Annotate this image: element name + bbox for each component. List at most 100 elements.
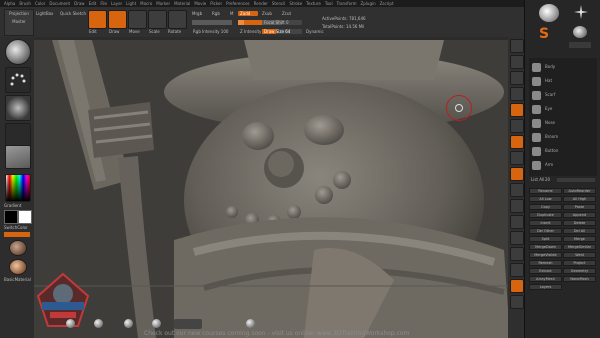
move-button[interactable] — [128, 10, 147, 29]
brush-slot[interactable] — [174, 319, 202, 329]
rgb-intensity-slider[interactable] — [192, 20, 232, 25]
menu-item-macro[interactable]: Macro — [140, 1, 152, 6]
stroke-dots-icon[interactable] — [5, 67, 31, 93]
rotate-button[interactable] — [168, 10, 187, 29]
subtool-action-mergesimilar[interactable]: MergeSimilar — [563, 244, 596, 250]
aahalf-button[interactable] — [510, 119, 524, 133]
subtool-action-rename[interactable]: Rename — [529, 188, 562, 194]
subtool-action-mergedown[interactable]: MergeDown — [529, 244, 562, 250]
local-button[interactable] — [510, 167, 524, 181]
menu-item-document[interactable]: Document — [49, 1, 70, 6]
menu-item-zscript[interactable]: Zscript — [380, 1, 394, 6]
zoom-button[interactable] — [510, 87, 524, 101]
menu-item-layer[interactable]: Layer — [111, 1, 122, 6]
persp-button[interactable] — [510, 135, 524, 149]
move-view-button[interactable] — [510, 199, 524, 213]
transp-button[interactable] — [510, 263, 524, 277]
subtool-action-project[interactable]: Project — [563, 260, 596, 266]
zcut-button[interactable]: Zcut — [282, 11, 291, 16]
menu-item-picker[interactable]: Picker — [210, 1, 222, 6]
subtool-item[interactable]: Body — [531, 62, 595, 73]
subtool-item[interactable]: Nose — [531, 118, 595, 129]
menu-item-preferences[interactable]: Preferences — [226, 1, 250, 6]
subtool-action-split[interactable]: Split — [529, 236, 562, 242]
brush-ball-4-icon[interactable] — [152, 319, 161, 328]
menu-item-render[interactable]: Render — [254, 1, 268, 6]
menu-item-tool[interactable]: Tool — [325, 1, 333, 6]
lightbox-button[interactable]: LightBox — [36, 11, 53, 16]
mrgb-button[interactable]: Mrgb — [192, 11, 202, 16]
m-button[interactable]: M — [230, 11, 233, 16]
subtool-item[interactable]: Broom — [531, 132, 595, 143]
alternate-bar[interactable] — [4, 232, 30, 237]
menu-item-brush[interactable]: Brush — [19, 1, 31, 6]
subtool-action-geometry[interactable]: Geometry — [563, 268, 596, 274]
brush-ball-3-icon[interactable] — [124, 319, 133, 328]
menu-item-movie[interactable]: Movie — [194, 1, 206, 6]
draw-button[interactable] — [108, 10, 127, 29]
subtool-item[interactable]: Hat — [531, 76, 595, 87]
subtool-item[interactable]: Eye — [531, 104, 595, 115]
switch-color-button[interactable]: SwitchColor — [4, 225, 28, 230]
subtool-item[interactable]: Button — [531, 146, 595, 157]
projection-master-button[interactable]: Projection Master — [4, 9, 34, 36]
viewport[interactable] — [34, 40, 510, 338]
edit-button[interactable] — [88, 10, 107, 29]
subtool-action-paste[interactable]: Paste — [563, 204, 596, 210]
color-picker[interactable] — [5, 174, 31, 202]
tool-slot[interactable] — [569, 42, 591, 48]
skin-material-icon[interactable] — [9, 259, 27, 275]
subtool-action-copy[interactable]: Copy — [529, 204, 562, 210]
secondary-color-swatch[interactable] — [18, 210, 32, 224]
subtool-action-weld[interactable]: Weld — [563, 252, 596, 258]
subtool-action-delete[interactable]: Delete — [563, 220, 596, 226]
menu-item-color[interactable]: Color — [35, 1, 45, 6]
subtool-action-all-high[interactable]: All High — [563, 196, 596, 202]
actual-button[interactable] — [510, 103, 524, 117]
subtool-action-append[interactable]: Append — [563, 212, 596, 218]
scroll-button[interactable] — [510, 71, 524, 85]
sphere-tool-icon[interactable] — [573, 26, 587, 38]
menu-item-edit[interactable]: Edit — [89, 1, 97, 6]
menu-item-transform[interactable]: Transform — [337, 1, 357, 6]
menu-item-stroke[interactable]: Stroke — [289, 1, 302, 6]
star-icon[interactable] — [573, 4, 589, 20]
subtool-action-nanomesh[interactable]: NanoMesh — [563, 276, 596, 282]
polyf-button[interactable] — [510, 247, 524, 261]
subtool-action-insert[interactable]: Insert — [529, 220, 562, 226]
subtool-action-arraymesh[interactable]: ArrayMesh — [529, 276, 562, 282]
dynamic-button[interactable]: Dynamic — [306, 29, 324, 34]
quick-sketch-button[interactable]: Quick Sketch — [60, 11, 86, 16]
menu-item-alpha[interactable]: Alpha — [4, 1, 15, 6]
zsub-button[interactable]: Zsub — [262, 11, 272, 16]
material-icon[interactable] — [5, 145, 31, 169]
scale-button[interactable] — [148, 10, 167, 29]
spix-button[interactable] — [510, 55, 524, 69]
subtool-action-del-all[interactable]: Del All — [563, 228, 596, 234]
alpha-icon[interactable] — [5, 95, 31, 121]
brush-ball-6-icon[interactable] — [246, 319, 255, 328]
brush-standard-icon[interactable] — [5, 39, 31, 65]
subtool-item[interactable]: Scarf — [531, 90, 595, 101]
xpose-button[interactable] — [510, 295, 524, 309]
brush-ball-2-icon[interactable] — [94, 319, 103, 328]
subtool-action-remesh[interactable]: Remesh — [529, 260, 562, 266]
s-brush-icon[interactable]: S — [539, 26, 555, 42]
subtool-item[interactable]: Arm — [531, 160, 595, 171]
menu-item-stencil[interactable]: Stencil — [272, 1, 286, 6]
menu-item-file[interactable]: File — [100, 1, 107, 6]
menu-item-marker[interactable]: Marker — [156, 1, 170, 6]
subtool-action-extract[interactable]: Extract — [529, 268, 562, 274]
zoom3d-button[interactable] — [510, 215, 524, 229]
subtool-action-duplicate[interactable]: Duplicate — [529, 212, 562, 218]
rgb-button[interactable]: Rgb — [212, 11, 220, 16]
subtool-action-mergevisible[interactable]: MergeVisible — [529, 252, 562, 258]
bpr-button[interactable] — [510, 39, 524, 53]
menu-item-draw[interactable]: Draw — [74, 1, 84, 6]
subtool-action-del-other[interactable]: Del Other — [529, 228, 562, 234]
frame-button[interactable] — [510, 183, 524, 197]
menu-item-light[interactable]: Light — [126, 1, 136, 6]
floor-button[interactable] — [510, 151, 524, 165]
subtool-action-autoreorder[interactable]: AutoReorder — [563, 188, 596, 194]
primary-color-swatch[interactable] — [4, 210, 18, 224]
